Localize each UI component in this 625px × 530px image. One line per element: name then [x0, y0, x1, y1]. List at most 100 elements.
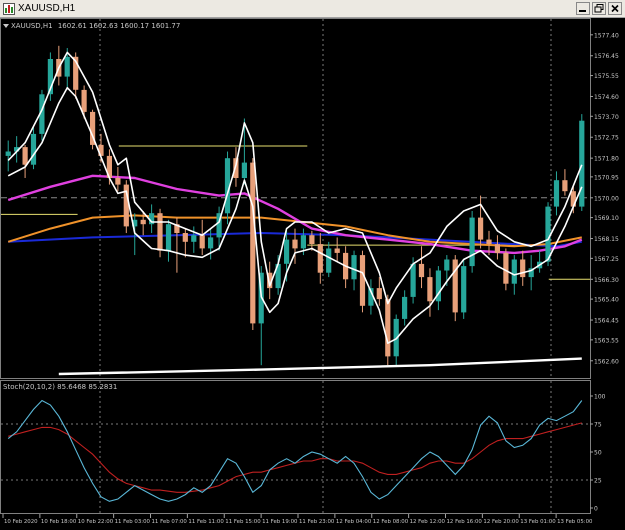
candle-body	[165, 224, 172, 251]
price-tick-label: 1572.75	[594, 135, 619, 142]
candle	[334, 237, 340, 262]
candle-body	[478, 217, 484, 240]
candle-body	[520, 259, 526, 278]
candle	[317, 233, 323, 284]
window-title: XAUUSD,H1	[18, 3, 76, 14]
time-tick-label: 10 Feb 18:00	[41, 519, 77, 525]
candle-body	[250, 162, 256, 324]
candle	[537, 250, 543, 273]
close-button[interactable]	[608, 2, 622, 15]
stoch-panel-label: Stoch(20,10,2) 85.6468 85.2831	[3, 383, 117, 391]
ohlc-values: 1602.61 1602.63 1600.17 1601.77	[58, 22, 180, 30]
candle-body	[292, 239, 298, 249]
candle	[208, 228, 214, 260]
time-tick-label: 12 Feb 12:00	[410, 519, 446, 525]
candle	[165, 219, 172, 262]
price-tick-label: 1575.55	[594, 73, 619, 80]
candle-body	[486, 239, 492, 244]
price-tick-label: 1565.40	[594, 297, 619, 304]
candle	[385, 294, 391, 366]
price-tick-label: 1574.60	[594, 94, 619, 101]
restore-button[interactable]	[592, 2, 606, 15]
candle-body	[5, 151, 11, 156]
candle-body	[545, 206, 551, 262]
envelope-upper-line	[7, 51, 583, 305]
candle-body	[494, 244, 500, 253]
chart-canvas[interactable]: 1577.40 1576.45 1575.55 1574.60 1573.70 1572.…	[0, 18, 625, 530]
price-tick-label: 1577.40	[594, 32, 619, 39]
time-tick-label: 12 Feb 20:00	[483, 519, 519, 525]
restore-icon	[592, 2, 606, 15]
price-panel-label: XAUUSD,H1 1602.61 1602.63 1600.17 1601.7…	[3, 22, 180, 30]
close-icon	[608, 2, 622, 15]
candle-body	[511, 259, 517, 284]
candle-body	[22, 147, 28, 165]
price-tick-label: 1564.45	[594, 318, 619, 325]
time-tick-label: 11 Feb 03:00	[115, 519, 151, 525]
candle	[5, 140, 11, 172]
candle-body	[309, 235, 315, 244]
stoch-panel-frame	[0, 380, 591, 514]
candle	[427, 268, 433, 317]
stoch-tick-label: 100	[594, 394, 606, 401]
candle-body	[199, 235, 205, 249]
candle	[359, 250, 366, 313]
candle	[435, 266, 441, 311]
candle-body	[427, 277, 433, 302]
support-trend-line	[58, 357, 582, 376]
candle-body	[182, 233, 188, 242]
price-tick-label: 1570.00	[594, 195, 619, 202]
stoch-signal-line	[8, 422, 582, 493]
time-tick-label: 12 Feb 04:00	[336, 519, 372, 525]
time-tick-label: 11 Feb 23:00	[299, 519, 335, 525]
candle	[562, 169, 568, 196]
candle-body	[351, 255, 357, 280]
candle	[494, 235, 500, 260]
price-tick-label: 1573.70	[594, 114, 619, 121]
time-tick-label: 12 Feb 08:00	[373, 519, 409, 525]
stoch-tick-label: 50	[594, 450, 602, 457]
candle	[90, 109, 96, 150]
candle-body	[140, 219, 146, 225]
envelope-lines	[7, 51, 583, 376]
triangle-icon	[3, 24, 9, 28]
price-axis[interactable]: 1577.40 1576.45 1575.55 1574.60 1573.70 1572.…	[590, 32, 619, 513]
time-tick-label: 13 Feb 05:00	[557, 519, 593, 525]
title-bar[interactable]: XAUUSD,H1	[0, 0, 625, 18]
candle-body	[385, 299, 391, 357]
candle	[461, 259, 467, 319]
time-tick-label: 10 Feb 22:00	[78, 519, 114, 525]
symbol-label: XAUUSD,H1	[11, 22, 53, 30]
price-tick-label: 1562.60	[594, 358, 619, 365]
candle	[199, 219, 205, 256]
time-tick-label: 12 Feb 16:00	[447, 519, 483, 525]
grid-lines	[1, 19, 590, 513]
candle	[250, 158, 256, 330]
candle-body	[191, 235, 197, 242]
candle-body	[326, 248, 332, 273]
candle-body	[503, 252, 509, 284]
time-tick-label: 11 Feb 11:00	[188, 519, 224, 525]
candle	[402, 290, 408, 326]
candle-body	[553, 180, 560, 207]
price-tick-label: 1571.80	[594, 156, 619, 163]
price-chart-svg[interactable]: 1577.40 1576.45 1575.55 1574.60 1573.70 1572.…	[0, 18, 625, 530]
candle	[528, 255, 534, 291]
price-tick-label: 1576.45	[594, 53, 619, 60]
price-tick-label: 1570.95	[594, 174, 619, 181]
time-tick-label: 13 Feb 01:00	[520, 519, 556, 525]
candle-body	[115, 178, 121, 185]
candle-body	[461, 266, 467, 313]
time-axis[interactable]: 10 Feb 2020 10 Feb 18:00 10 Feb 22:00 11 Fe…	[2, 514, 593, 525]
stoch-tick-label: 0	[594, 506, 598, 513]
candle	[123, 180, 129, 234]
candle-body	[233, 158, 239, 178]
minimize-icon	[576, 2, 590, 15]
price-tick-label: 1567.25	[594, 256, 619, 263]
candle	[30, 127, 37, 170]
candle	[452, 255, 458, 322]
minimize-button[interactable]	[576, 2, 590, 15]
candle-body	[376, 288, 382, 300]
candle	[22, 144, 28, 178]
candle-body	[418, 263, 425, 278]
